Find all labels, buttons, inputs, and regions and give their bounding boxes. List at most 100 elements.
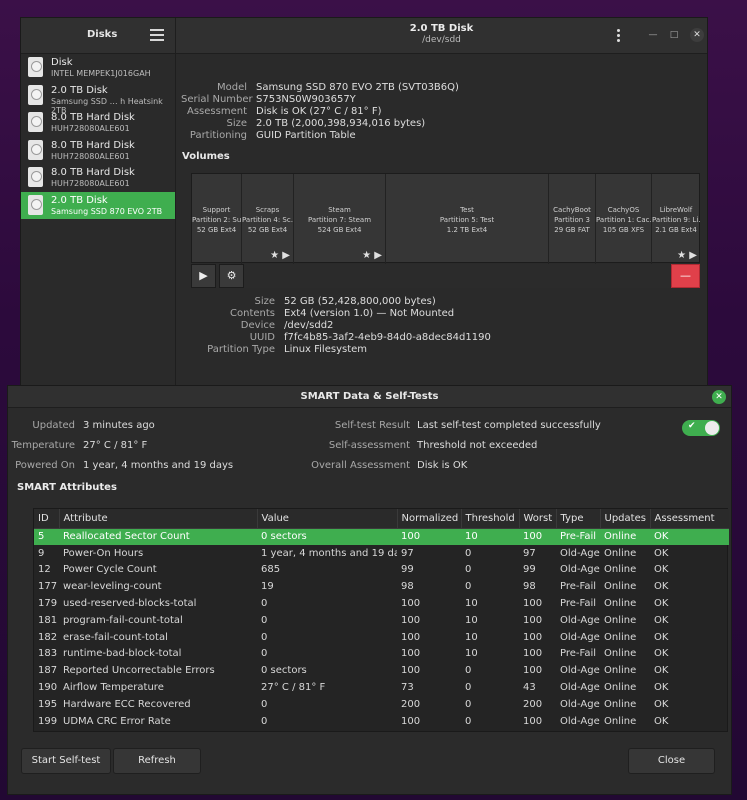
- table-cell: 0: [465, 665, 472, 677]
- volume-name: Support: [202, 206, 231, 214]
- table-row[interactable]: 199 UDMA CRC Error Rate 0 100 0 100 Old-Age Onl…: [34, 713, 729, 730]
- table-cell: 0: [261, 715, 268, 727]
- sidebar-disk-item[interactable]: 8.0 TB Hard Disk HUH728080ALE601: [21, 109, 175, 137]
- table-cell: 0: [465, 564, 472, 576]
- mount-status-icon: ★ ▶: [270, 250, 290, 261]
- volume-segment[interactable]: Test Partition 5: Test 1.2 TB Ext4: [386, 174, 549, 264]
- table-row[interactable]: 5 Reallocated Sector Count 0 sectors 100 10 1…: [34, 528, 729, 545]
- table-row[interactable]: 181 program-fail-count-total 0 100 10 100 Old-…: [34, 612, 729, 629]
- column-header[interactable]: Value: [257, 509, 398, 529]
- disk-name: 8.0 TB Hard Disk: [51, 112, 135, 123]
- smart-enabled-toggle[interactable]: ✔: [682, 420, 720, 436]
- column-header[interactable]: Updates: [600, 509, 651, 529]
- refresh-button[interactable]: Refresh: [113, 748, 201, 774]
- column-header[interactable]: Threshold: [461, 509, 520, 529]
- close-button[interactable]: Close: [628, 748, 715, 774]
- table-row[interactable]: 177 wear-leveling-count 19 98 0 98 Pre-Fail Onl…: [34, 578, 729, 595]
- table-cell: 0: [261, 631, 268, 643]
- smart-attributes-heading: SMART Attributes: [17, 482, 117, 493]
- table-cell: Reallocated Sector Count: [59, 528, 257, 545]
- minimize-icon[interactable]: —: [648, 30, 658, 40]
- gear-icon[interactable]: ⚙: [219, 264, 244, 288]
- mount-status-icon: ★ ▶: [362, 250, 382, 261]
- volume-name: LibreWolf: [659, 206, 693, 214]
- volume-segment[interactable]: Steam Partition 7: Steam 524 GB Ext4 ★ ▶: [294, 174, 386, 264]
- table-row[interactable]: 183 runtime-bad-block-total 0 100 10 100 Pre-F…: [34, 646, 729, 663]
- table-cell: 99: [401, 564, 414, 576]
- volume-segment[interactable]: LibreWolf Partition 9: Li… 2.1 GB Ext4 ★ ▶: [652, 174, 700, 264]
- info-value: 52 GB (52,428,800,000 bytes): [284, 296, 436, 307]
- table-cell: 182: [38, 631, 58, 643]
- volume-name: CachyOS: [607, 206, 640, 214]
- sidebar-disk-item[interactable]: 8.0 TB Hard Disk HUH728080ALE601: [21, 164, 175, 192]
- table-cell: OK: [654, 682, 669, 694]
- check-icon: ✔: [688, 421, 696, 431]
- table-cell: 73: [401, 682, 414, 694]
- table-cell: 12: [38, 564, 51, 576]
- mount-play-icon[interactable]: ▶: [191, 264, 216, 288]
- table-cell: OK: [654, 614, 669, 626]
- info-label: Contents: [230, 308, 275, 319]
- table-cell: Online: [604, 648, 637, 660]
- volume-name: Steam: [328, 206, 351, 214]
- sidebar-disk-item-selected[interactable]: 2.0 TB Disk Samsung SSD 870 EVO 2TB: [21, 191, 175, 219]
- disk-sidebar: Disk INTEL MEMPEK1J016GAH 2.0 TB Disk Sa…: [21, 54, 176, 397]
- table-cell: Old-Age: [560, 665, 600, 677]
- volume-toolbar: ▶ ⚙ —: [191, 264, 700, 288]
- column-header[interactable]: Worst: [519, 509, 557, 529]
- sidebar-disk-item[interactable]: 2.0 TB Disk Samsung SSD … h Heatsink 2TB: [21, 82, 175, 115]
- table-cell: 0: [261, 598, 268, 610]
- volume-segment[interactable]: CachyOS Partition 1: Cac… 105 GB XFS: [596, 174, 652, 264]
- dialog-close-icon[interactable]: ✕: [712, 390, 726, 404]
- disk-model: HUH728080ALE601: [51, 151, 130, 161]
- dialog-title: SMART Data & Self-Tests: [300, 391, 439, 402]
- sidebar-disk-item[interactable]: Disk INTEL MEMPEK1J016GAH: [21, 54, 175, 82]
- column-header[interactable]: Attribute: [59, 509, 258, 529]
- table-row[interactable]: 9 Power-On Hours 1 year, 4 months and 19 d…: [34, 545, 729, 562]
- table-cell: 10: [465, 598, 478, 610]
- sidebar-header: Disks: [21, 18, 176, 54]
- column-header[interactable]: Normalized: [397, 509, 462, 529]
- table-cell: Power Cycle Count: [63, 564, 157, 576]
- info-value: /dev/sdd2: [284, 320, 334, 331]
- table-row[interactable]: 190 Airflow Temperature 27° C / 81° F 73 0 43…: [34, 679, 729, 696]
- toggle-knob: [705, 421, 719, 435]
- table-cell: OK: [654, 581, 669, 593]
- table-cell: used-reserved-blocks-total: [63, 598, 197, 610]
- disk-icon: [28, 57, 43, 77]
- table-cell: 0: [465, 547, 472, 559]
- table-row[interactable]: 179 used-reserved-blocks-total 0 100 10 100 Pr…: [34, 595, 729, 612]
- table-cell: 187: [38, 665, 58, 677]
- info-label: Serial Number: [181, 94, 253, 105]
- disk-name: 2.0 TB Disk: [51, 194, 108, 206]
- table-cell: Online: [604, 698, 637, 710]
- start-self-test-button[interactable]: Start Self-test: [21, 748, 111, 774]
- table-row[interactable]: 187 Reported Uncorrectable Errors 0 sector…: [34, 662, 729, 679]
- table-row[interactable]: 195 Hardware ECC Recovered 0 200 0 200 Old-Age…: [34, 696, 729, 713]
- table-row[interactable]: 182 erase-fail-count-total 0 100 10 100 Old-Ag…: [34, 629, 729, 646]
- kebab-menu-icon[interactable]: [617, 29, 621, 44]
- column-header[interactable]: ID: [34, 509, 60, 529]
- summary-label: Self-test Result: [334, 420, 410, 431]
- window-close-icon[interactable]: ✕: [690, 28, 704, 42]
- volume-segment[interactable]: Support Partition 2: Su… 52 GB Ext4: [192, 174, 242, 264]
- table-row[interactable]: 12 Power Cycle Count 685 99 0 99 Old-Age Online…: [34, 562, 729, 579]
- info-value: 2.0 TB (2,000,398,934,016 bytes): [256, 118, 426, 129]
- summary-value: Disk is OK: [417, 460, 468, 471]
- table-cell: 100: [519, 528, 556, 545]
- table-cell: 0: [261, 648, 268, 660]
- table-cell: 181: [38, 614, 58, 626]
- volume-segment[interactable]: CachyBoot Partition 3 29 GB FAT: [549, 174, 596, 264]
- partition-info-row: Contents Ext4 (version 1.0) — Not Mounte…: [181, 308, 701, 320]
- maximize-icon[interactable]: □: [669, 30, 679, 40]
- sidebar-disk-item[interactable]: 8.0 TB Hard Disk HUH728080ALE601: [21, 137, 175, 165]
- disk-info-row: Serial Number S753NS0W903657Y: [181, 94, 701, 106]
- column-header[interactable]: Assessment: [650, 509, 729, 529]
- disk-name: Disk: [51, 57, 73, 68]
- column-header[interactable]: Type: [556, 509, 601, 529]
- delete-partition-icon[interactable]: —: [671, 264, 700, 288]
- table-cell: 100: [523, 648, 543, 660]
- hamburger-menu-icon[interactable]: [150, 29, 164, 41]
- table-cell: Online: [604, 665, 637, 677]
- volume-segment[interactable]: Scraps Partition 4: Sc… 52 GB Ext4 ★ ▶: [242, 174, 294, 264]
